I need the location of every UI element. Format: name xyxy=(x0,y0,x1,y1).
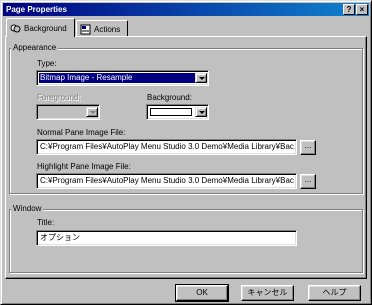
highlight-pane-value: C:¥Program Files¥AutoPlay Menu Studio 3.… xyxy=(40,176,294,185)
normal-pane-browse-button[interactable]: ... xyxy=(300,140,316,155)
foreground-label: Foreground: xyxy=(37,93,81,102)
tab-actions[interactable]: Actions xyxy=(76,20,128,37)
normal-pane-label: Normal Pane Image File: xyxy=(37,128,126,137)
highlight-pane-browse-button[interactable]: ... xyxy=(300,174,316,189)
page-properties-dialog: Page Properties ? × Background Actions A… xyxy=(0,0,372,305)
help-button[interactable]: ヘルプ xyxy=(308,285,361,301)
window-title-label: Title: xyxy=(37,218,55,227)
tab-background-label: Background xyxy=(24,23,67,33)
title-bar: Page Properties ? × xyxy=(3,3,369,16)
window-title-value: オプション xyxy=(40,233,80,242)
cancel-button[interactable]: キャンセル xyxy=(241,285,294,301)
window-group-label: Window xyxy=(11,204,44,214)
window-title: Page Properties xyxy=(6,5,67,14)
normal-pane-value: C:¥Program Files¥AutoPlay Menu Studio 3.… xyxy=(40,142,294,151)
tab-background[interactable]: Background xyxy=(6,18,75,37)
background-color-swatch xyxy=(150,108,192,116)
close-button[interactable]: × xyxy=(356,4,368,15)
help-title-button[interactable]: ? xyxy=(343,4,355,15)
chevron-down-icon[interactable] xyxy=(195,73,207,83)
foreground-chevron-icon xyxy=(86,107,98,117)
actions-icon xyxy=(80,24,91,35)
highlight-pane-input[interactable]: C:¥Program Files¥AutoPlay Menu Studio 3.… xyxy=(36,173,297,189)
normal-pane-input[interactable]: C:¥Program Files¥AutoPlay Menu Studio 3.… xyxy=(36,139,297,155)
highlight-pane-label: Highlight Pane Image File: xyxy=(37,162,131,171)
appearance-group-label: Appearance xyxy=(11,43,59,53)
type-select-value: Bitmap Image - Resample xyxy=(40,73,133,82)
ok-button[interactable]: OK xyxy=(175,284,229,302)
type-label: Type: xyxy=(37,59,57,68)
foreground-color-picker xyxy=(36,104,100,120)
background-chevron-icon[interactable] xyxy=(195,107,207,117)
tab-panel: Appearance Type: Bitmap Image - Resample… xyxy=(5,36,367,279)
background-icon xyxy=(10,23,21,34)
window-title-input[interactable]: オプション xyxy=(36,230,297,246)
background-color-label: Background: xyxy=(147,93,192,102)
type-select[interactable]: Bitmap Image - Resample xyxy=(36,70,209,86)
background-color-picker[interactable] xyxy=(146,104,209,120)
tab-actions-label: Actions xyxy=(94,24,121,34)
